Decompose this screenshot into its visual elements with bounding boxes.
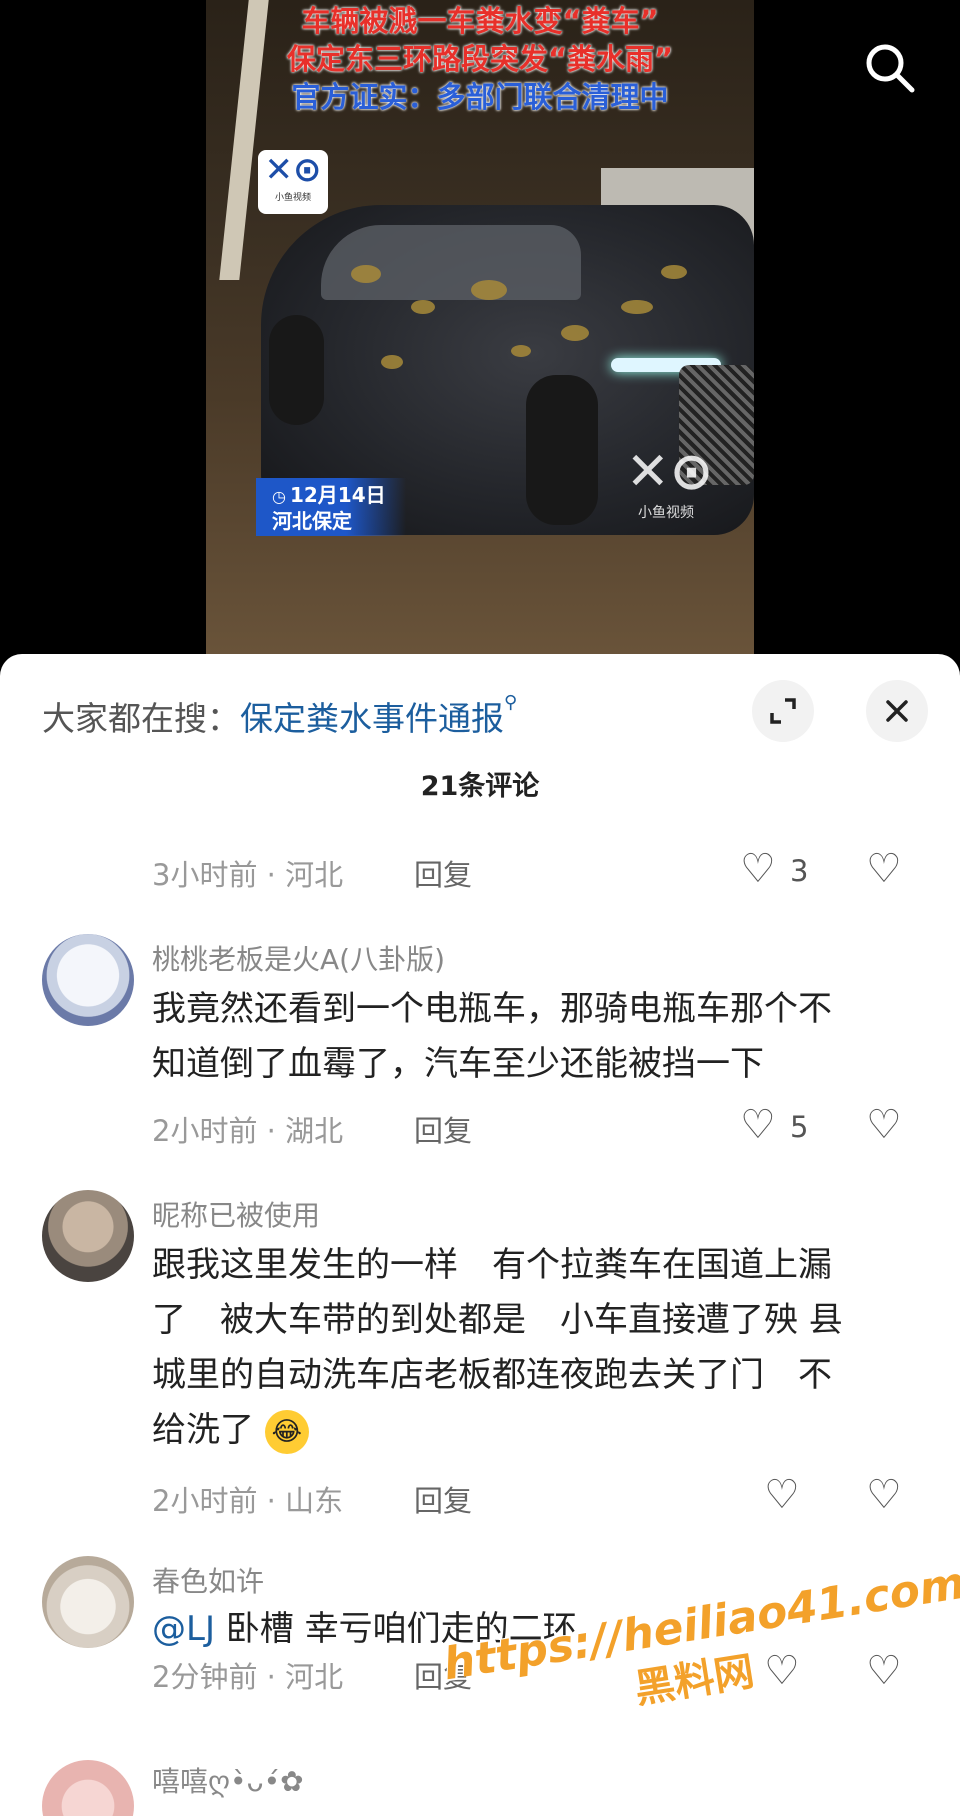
like-icon[interactable]: ♡ (740, 846, 776, 892)
avatar[interactable] (42, 1556, 134, 1648)
channel-logo-sub: 小鱼视频 (274, 193, 311, 203)
like-icon[interactable]: ♡ (740, 1102, 776, 1148)
comment-text: 跟我这里发生的一样 有个拉粪车在国道上漏 了 被大车带的到处都是 小车直接遭了殃… (152, 1238, 922, 1458)
avatar[interactable] (42, 934, 134, 1026)
car-window (321, 225, 581, 300)
clock-icon: ◷ (272, 487, 286, 506)
headline-line-1: 车辆被溅一车粪水变“粪车” (301, 4, 659, 38)
comment-text: 我竟然还看到一个电瓶车，那骑电瓶车那个不 知道倒了血霉了，汽车至少还能被挡一下 (152, 982, 922, 1092)
video-headline: 车辆被溅一车粪水变“粪车” 保定东三环路段突发“粪水雨” 官方证实：多部门联合清… (206, 2, 754, 116)
laughing-crying-emoji-icon: 😂 (264, 1409, 309, 1454)
search-button[interactable] (862, 40, 932, 110)
comment-time-location: 2小时前 · 湖北 (152, 1114, 344, 1148)
channel-logo: ✕⊙ 小鱼视频 (258, 150, 328, 214)
comment-username[interactable]: 嘻嘻ღ•̀ᴗ•́✿ (152, 1760, 304, 1800)
comment-time-location: 3小时前 · 河北 (152, 858, 344, 892)
comment-count-title: 21条评论 (420, 771, 540, 802)
channel-watermark: ✕⊙ 小鱼视频 (626, 442, 714, 522)
avatar[interactable] (42, 1760, 134, 1816)
expand-button[interactable] (752, 680, 814, 742)
dislike-icon[interactable]: ♡ (866, 846, 902, 892)
comment-meta-row: 2小时前 · 湖北 回复 ♡ 5 ♡ (152, 1102, 912, 1150)
channel-logo-mark: ✕⊙ (264, 150, 322, 190)
sewage-splatter (411, 300, 435, 314)
sewage-splatter (661, 265, 687, 279)
headline-line-3: 官方证实：多部门联合清理中 (291, 80, 669, 114)
hot-search-prefix: 大家都在搜： (42, 699, 240, 738)
comment-meta-row: 3小时前 · 河北 回复 ♡ 3 ♡ (152, 846, 912, 894)
dislike-icon[interactable]: ♡ (866, 1472, 902, 1518)
car-front-wheel (526, 375, 598, 525)
channel-watermark-mark: ✕⊙ (626, 442, 714, 502)
hot-search-bar: 大家都在搜：保定粪水事件通报⚲ (42, 692, 517, 740)
sewage-splatter (561, 325, 589, 341)
comment-text-line: 知道倒了血霉了，汽车至少还能被挡一下 (152, 1044, 764, 1084)
comment-text-line: 了 被大车带的到处都是 小车直接遭了殃 县 (152, 1300, 843, 1340)
avatar[interactable] (42, 1190, 134, 1282)
comment-username[interactable]: 桃桃老板是火A(八卦版) (152, 938, 445, 978)
video-date: 12月14日 (289, 483, 386, 507)
mention-link[interactable]: @LJ (152, 1609, 215, 1649)
channel-watermark-sub: 小鱼视频 (638, 505, 694, 521)
like-icon[interactable]: ♡ (764, 1472, 800, 1518)
reply-button[interactable]: 回复 (414, 852, 472, 894)
expand-icon (770, 698, 796, 724)
comment-text-line: 我竟然还看到一个电瓶车，那骑电瓶车那个不 (152, 989, 832, 1029)
comment-text-line: 给洗了 (152, 1410, 254, 1450)
comment-meta-row: 2小时前 · 山东 回复 ♡ ♡ (152, 1472, 912, 1520)
sewage-splatter (351, 265, 381, 283)
close-icon (886, 700, 908, 722)
close-button[interactable] (866, 680, 928, 742)
comment-username[interactable]: 春色如许 (152, 1560, 264, 1600)
video-location: 河北保定 (272, 509, 352, 533)
comment-username[interactable]: 昵称已被使用 (152, 1194, 320, 1234)
reply-button[interactable]: 回复 (414, 1478, 472, 1520)
like-count: 5 (790, 1110, 809, 1144)
comment-time-location: 2小时前 · 山东 (152, 1484, 344, 1518)
date-location-tag: ◷ 12月14日 河北保定 (256, 478, 406, 536)
search-icon (866, 44, 915, 93)
car-rear-wheel (269, 315, 324, 425)
comment-text-line: 跟我这里发生的一样 有个拉粪车在国道上漏 (152, 1245, 832, 1285)
reply-button[interactable]: 回复 (414, 1108, 472, 1150)
video-player[interactable]: 车辆被溅一车粪水变“粪车” 保定东三环路段突发“粪水雨” 官方证实：多部门联合清… (0, 0, 960, 660)
headline-line-2: 保定东三环路段突发“粪水雨” (286, 42, 674, 76)
sewage-splatter (381, 355, 403, 369)
comment-time-location: 2分钟前 · 河北 (152, 1660, 344, 1694)
search-icon: ⚲ (504, 692, 518, 713)
sewage-splatter (621, 300, 653, 314)
hot-search-link[interactable]: 保定粪水事件通报 (240, 699, 504, 738)
sewage-splatter (471, 280, 507, 300)
like-count: 3 (790, 854, 809, 888)
video-frame[interactable]: 车辆被溅一车粪水变“粪车” 保定东三环路段突发“粪水雨” 官方证实：多部门联合清… (206, 0, 754, 660)
comment-text-line: 城里的自动洗车店老板都连夜跑去关了门 不 (152, 1355, 832, 1395)
dislike-icon[interactable]: ♡ (866, 1102, 902, 1148)
sewage-splatter (511, 345, 531, 357)
